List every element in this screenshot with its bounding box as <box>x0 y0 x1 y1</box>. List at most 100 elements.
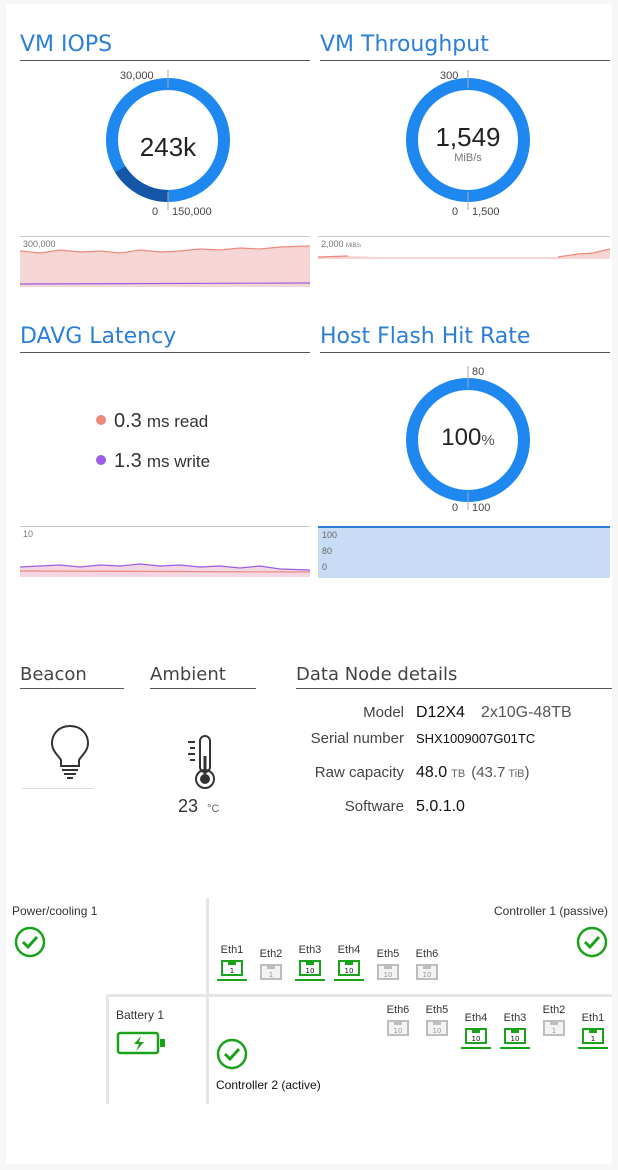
port-label: Eth2 <box>259 948 283 960</box>
c1-port-eth4[interactable]: Eth4 10 <box>331 944 367 981</box>
serial-label: Serial number <box>310 730 404 747</box>
c1-port-eth6[interactable]: Eth6 10 <box>409 948 445 980</box>
flash-title: Host Flash Hit Rate <box>320 324 610 353</box>
model-label: Model <box>363 704 404 721</box>
c1-port-eth5[interactable]: Eth5 10 <box>370 948 406 980</box>
dashboard: VM IOPS 30,000 243k 0 150,000 300,000 VM… <box>6 4 612 1164</box>
controller2-ok-icon[interactable] <box>216 1038 248 1075</box>
c2-port-eth6[interactable]: Eth6 10 <box>380 1004 416 1036</box>
write-dot <box>96 455 106 465</box>
model-extra: 2x10G-48TB <box>480 704 572 721</box>
iops-value: 243k <box>139 132 197 162</box>
ethernet-port-icon: 1 <box>582 1028 604 1044</box>
port-active-indicator <box>334 979 364 981</box>
capacity-value: 48.0 <box>416 764 448 781</box>
flash-value: 100 <box>441 424 482 451</box>
capacity-extra-unit: TiB <box>508 768 525 780</box>
port-active-indicator <box>578 1047 608 1049</box>
flash-end-label: 100 <box>472 502 491 514</box>
throughput-value: 1,549 <box>435 122 501 152</box>
port-label: Eth4 <box>464 1012 488 1024</box>
ethernet-port-icon: 1 <box>543 1020 565 1036</box>
lightbulb-icon[interactable] <box>46 722 94 787</box>
iops-end-label: 150,000 <box>172 206 212 218</box>
chassis-divider-left <box>106 994 109 1104</box>
latency-title: DAVG Latency <box>20 324 310 353</box>
ethernet-port-icon: 1 <box>221 960 243 976</box>
serial-value: SHX1009007G01TC <box>416 731 536 746</box>
ambient-temp: 23 °C <box>178 796 219 817</box>
svg-text:1: 1 <box>552 1027 556 1035</box>
latency-chart: 10 <box>20 526 310 577</box>
iops-chart-scale: 300,000 <box>23 239 56 249</box>
throughput-min-label: 0 <box>452 206 459 218</box>
svg-text:10: 10 <box>433 1027 442 1035</box>
battery-label: Battery 1 <box>116 1008 165 1022</box>
port-label: Eth1 <box>581 1012 605 1024</box>
svg-text:10: 10 <box>423 971 432 979</box>
port-label: Eth3 <box>503 1012 527 1024</box>
iops-max-label: 30,000 <box>120 70 154 82</box>
iops-title: VM IOPS <box>20 32 310 61</box>
ambient-value: 23 <box>178 796 199 816</box>
flash-value-wrap: 100% <box>402 424 534 452</box>
c2-port-eth1[interactable]: Eth1 1 <box>575 1012 611 1049</box>
capacity-extra: (43.7 <box>471 764 506 781</box>
svg-text:10: 10 <box>472 1035 481 1043</box>
ethernet-port-icon: 10 <box>338 960 360 976</box>
software-label: Software <box>344 798 404 815</box>
throughput-title: VM Throughput <box>320 32 610 61</box>
throughput-unit: MiB/s <box>454 152 482 164</box>
controller2-label: Controller 2 (active) <box>216 1078 321 1092</box>
model-value: D12X4 <box>416 704 465 721</box>
controller1-ok-icon[interactable] <box>576 926 608 963</box>
svg-text:1: 1 <box>591 1035 595 1043</box>
svg-text:10: 10 <box>345 967 354 975</box>
ethernet-port-icon: 10 <box>416 964 438 980</box>
ethernet-port-icon: 10 <box>465 1028 487 1044</box>
svg-text:10: 10 <box>306 967 315 975</box>
svg-text:10: 10 <box>394 1027 403 1035</box>
throughput-end-label: 1,500 <box>472 206 500 218</box>
port-label: Eth4 <box>337 944 361 956</box>
port-label: Eth2 <box>542 1004 566 1016</box>
read-dot <box>96 415 106 425</box>
ethernet-port-icon: 10 <box>387 1020 409 1036</box>
port-active-indicator <box>295 979 325 981</box>
port-label: Eth1 <box>220 944 244 956</box>
power-ok-icon[interactable] <box>14 926 46 963</box>
latency-write-unit: ms write <box>146 452 211 471</box>
c2-port-eth2[interactable]: Eth2 1 <box>536 1004 572 1036</box>
battery-charging-icon[interactable] <box>116 1030 168 1061</box>
latency-read: 0.3 ms read <box>96 410 208 433</box>
throughput-chart: 2,000 MiB/s <box>318 236 610 259</box>
c1-port-eth2[interactable]: Eth2 1 <box>253 948 289 980</box>
c2-port-eth3[interactable]: Eth3 10 <box>497 1012 533 1049</box>
flash-min-label: 0 <box>452 502 459 514</box>
port-label: Eth5 <box>425 1004 449 1016</box>
detail-model: Model D12X4 2x10G-48TB <box>286 704 572 722</box>
c2-port-eth4[interactable]: Eth4 10 <box>458 1012 494 1049</box>
chassis-divider-horizontal <box>106 994 612 997</box>
beacon-title: Beacon <box>20 664 124 689</box>
c2-port-eth5[interactable]: Eth5 10 <box>419 1004 455 1036</box>
throughput-chart-scale: 2,000 MiB/s <box>321 239 362 249</box>
ambient-unit: °C <box>207 803 220 815</box>
flash-chart-label-top: 100 <box>322 530 338 540</box>
svg-text:10: 10 <box>384 971 393 979</box>
chassis-divider-vertical <box>206 898 209 1104</box>
iops-min-label: 0 <box>152 206 159 218</box>
latency-write-value: 1.3 <box>114 450 142 472</box>
c1-port-eth3[interactable]: Eth3 10 <box>292 944 328 981</box>
port-active-indicator <box>500 1047 530 1049</box>
throughput-max-label: 300 <box>440 70 459 82</box>
flash-unit: % <box>481 432 495 449</box>
ethernet-port-icon: 10 <box>377 964 399 980</box>
svg-text:10: 10 <box>511 1035 520 1043</box>
capacity-extra-close: ) <box>524 764 530 781</box>
capacity-label: Raw capacity <box>314 764 404 781</box>
detail-serial: Serial number SHX1009007G01TC <box>286 730 536 747</box>
detail-capacity: Raw capacity 48.0 TB (43.7 TiB ) <box>286 764 530 782</box>
c1-port-eth1[interactable]: Eth1 1 <box>214 944 250 981</box>
power-label: Power/cooling 1 <box>12 904 98 918</box>
